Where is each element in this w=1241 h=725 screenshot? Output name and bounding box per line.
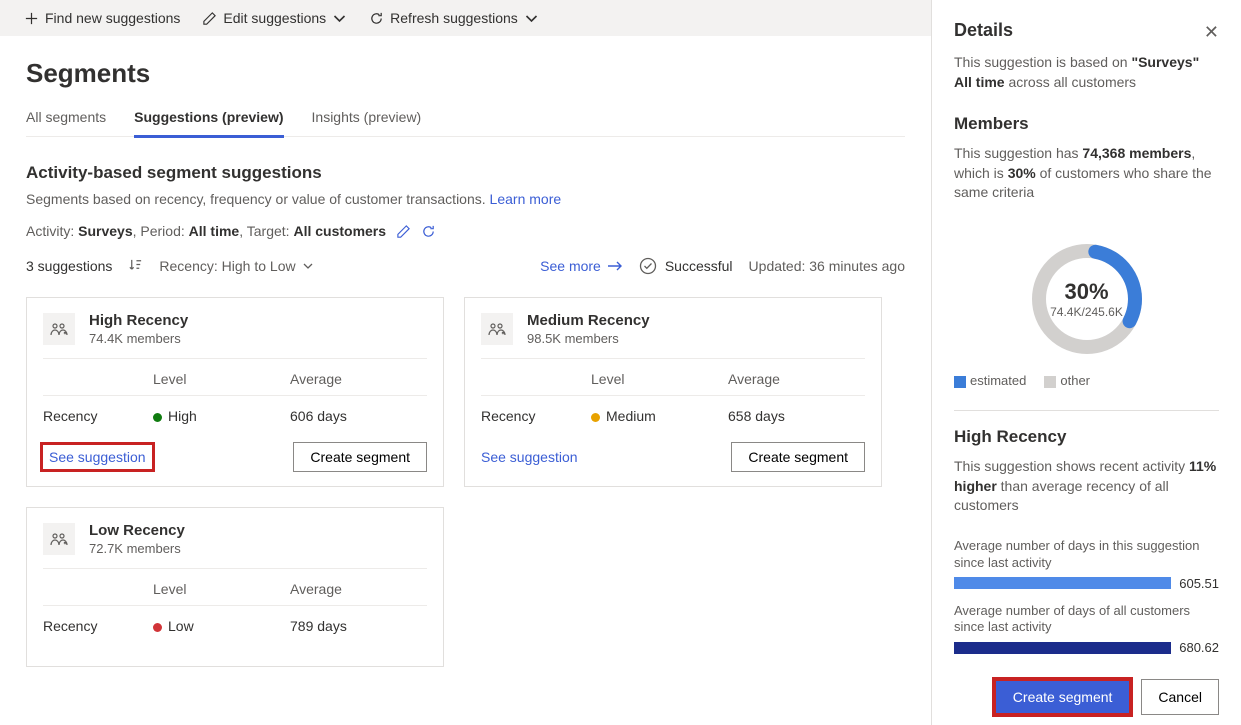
edit-label: Edit suggestions xyxy=(223,10,326,26)
details-footer: Create segment Cancel xyxy=(954,667,1219,715)
metric-average: 789 days xyxy=(290,618,427,634)
bar1 xyxy=(954,577,1171,589)
details-panel: ✕ Details This suggestion is based on "S… xyxy=(931,0,1241,725)
members-heading: Members xyxy=(954,114,1219,134)
refresh-label: Refresh suggestions xyxy=(390,10,518,26)
metric-label: Recency xyxy=(43,408,153,424)
suggestion-count: 3 suggestions xyxy=(26,258,112,274)
divider xyxy=(954,410,1219,411)
see-suggestion-link[interactable]: See suggestion xyxy=(481,449,578,465)
refresh-criteria-button[interactable] xyxy=(421,224,436,239)
tab-insights[interactable]: Insights (preview) xyxy=(312,105,422,136)
bar1-row: 605.51 xyxy=(954,576,1219,591)
sort-dropdown[interactable]: Recency: High to Low xyxy=(159,258,313,274)
segment-icon xyxy=(43,313,75,345)
see-suggestion-link[interactable]: See suggestion xyxy=(43,445,152,469)
donut-chart: 30% 74.4K/245.6K xyxy=(954,239,1219,359)
toolbar: Find new suggestions Edit suggestions Re… xyxy=(0,0,931,36)
arrow-right-icon xyxy=(607,260,623,272)
details-based-on: This suggestion is based on "Surveys" Al… xyxy=(954,53,1219,92)
create-segment-button[interactable]: Create segment xyxy=(731,442,865,472)
checkmark-circle-icon xyxy=(639,257,657,275)
metric-average: 658 days xyxy=(728,408,865,424)
criteria-row: Activity: Surveys, Period: All time, Tar… xyxy=(26,223,905,239)
page-title: Segments xyxy=(26,58,905,89)
refresh-icon xyxy=(369,11,384,26)
sort-icon xyxy=(128,257,143,275)
bar1-label: Average number of days in this suggestio… xyxy=(954,538,1219,572)
metric-label: Recency xyxy=(481,408,591,424)
card-title: Low Recency xyxy=(89,522,185,539)
plus-icon xyxy=(24,11,39,26)
updated-timestamp: Updated: 36 minutes ago xyxy=(749,258,905,274)
metric-label: Recency xyxy=(43,618,153,634)
chevron-down-icon xyxy=(524,11,539,26)
card-members: 72.7K members xyxy=(89,541,185,556)
bar2-value: 680.62 xyxy=(1179,640,1219,655)
tabs: All segments Suggestions (preview) Insig… xyxy=(26,105,905,137)
learn-more-link[interactable]: Learn more xyxy=(490,191,562,207)
card-members: 98.5K members xyxy=(527,331,650,346)
bar1-value: 605.51 xyxy=(1179,576,1219,591)
tab-suggestions[interactable]: Suggestions (preview) xyxy=(134,105,283,138)
members-text: This suggestion has 74,368 members, whic… xyxy=(954,144,1219,203)
find-new-suggestions-button[interactable]: Find new suggestions xyxy=(24,10,180,26)
chevron-down-icon xyxy=(332,11,347,26)
edit-suggestions-button[interactable]: Edit suggestions xyxy=(202,10,347,26)
card-title: High Recency xyxy=(89,312,188,329)
edit-criteria-button[interactable] xyxy=(396,224,411,239)
bar2-row: 680.62 xyxy=(954,640,1219,655)
find-label: Find new suggestions xyxy=(45,10,180,26)
create-segment-button[interactable]: Create segment xyxy=(293,442,427,472)
close-icon[interactable]: ✕ xyxy=(1204,22,1219,43)
create-segment-button[interactable]: Create segment xyxy=(996,681,1130,713)
metric-level: Low xyxy=(153,618,290,634)
metric-level: Medium xyxy=(591,408,728,424)
cards-grid: High Recency 74.4K members LevelAverage … xyxy=(26,297,905,667)
suggestion-card[interactable]: Low Recency 72.7K members LevelAverage R… xyxy=(26,507,444,667)
section-desc: Segments based on recency, frequency or … xyxy=(26,191,905,207)
controls-row: 3 suggestions Recency: High to Low See m… xyxy=(26,257,905,275)
tab-all-segments[interactable]: All segments xyxy=(26,105,106,136)
chevron-down-icon xyxy=(302,260,314,272)
bar2-label: Average number of days of all customers … xyxy=(954,603,1219,637)
details-heading: Details xyxy=(954,20,1219,41)
refresh-icon xyxy=(421,224,436,239)
section-title: Activity-based segment suggestions xyxy=(26,163,905,183)
metric-average: 606 days xyxy=(290,408,427,424)
donut-sub: 74.4K/245.6K xyxy=(1050,305,1123,319)
hr-heading: High Recency xyxy=(954,427,1219,447)
donut-percent: 30% xyxy=(1064,279,1108,305)
create-segment-highlight: Create segment xyxy=(994,679,1132,715)
segment-icon xyxy=(481,313,513,345)
card-title: Medium Recency xyxy=(527,312,650,329)
donut-legend: estimated other xyxy=(954,373,1219,388)
cancel-button[interactable]: Cancel xyxy=(1141,679,1219,715)
metric-level: High xyxy=(153,408,290,424)
suggestion-card[interactable]: Medium Recency 98.5K members LevelAverag… xyxy=(464,297,882,487)
main-content: Find new suggestions Edit suggestions Re… xyxy=(0,0,931,725)
suggestion-card[interactable]: High Recency 74.4K members LevelAverage … xyxy=(26,297,444,487)
segment-icon xyxy=(43,523,75,555)
bar2 xyxy=(954,642,1171,654)
hr-text: This suggestion shows recent activity 11… xyxy=(954,457,1219,516)
pencil-icon xyxy=(202,11,217,26)
refresh-suggestions-button[interactable]: Refresh suggestions xyxy=(369,10,539,26)
pencil-icon xyxy=(396,224,411,239)
see-more-link[interactable]: See more xyxy=(540,258,623,274)
card-members: 74.4K members xyxy=(89,331,188,346)
content-area: Segments All segments Suggestions (previ… xyxy=(0,36,931,725)
status-indicator: Successful xyxy=(639,257,733,275)
